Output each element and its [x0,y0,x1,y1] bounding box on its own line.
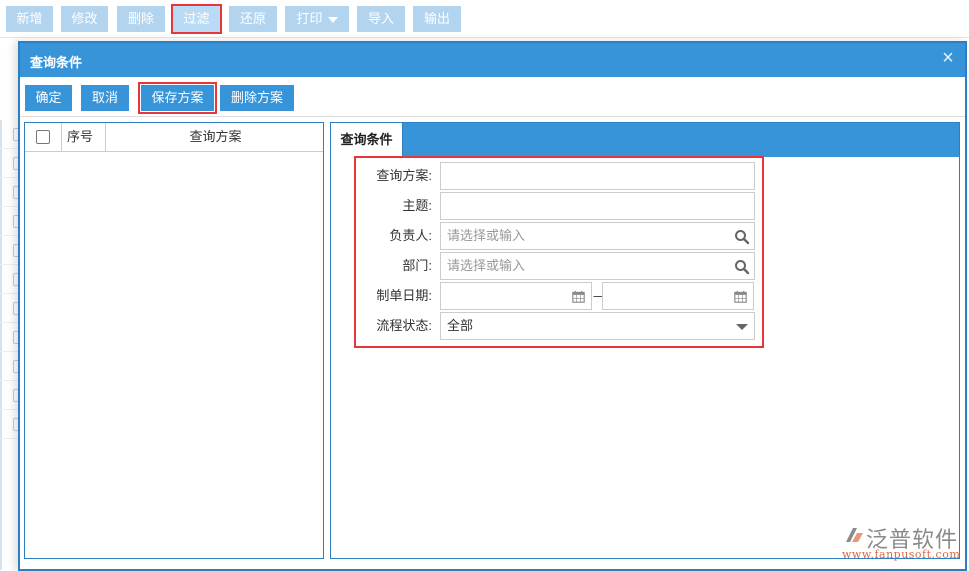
caret-down-icon[interactable] [736,324,748,330]
dialog-title: 查询条件 [30,55,83,70]
query-conditions-dialog: 查询条件 × 确定 取消 保存方案 删除方案 序号 查询方案 查询条件 查询方案… [18,41,967,571]
owner-input[interactable]: 请选择或输入 [440,222,755,250]
subject-label: 主题: [402,198,432,213]
query-form: 查询方案: 主题: 负责人: 请选择或输入 部门: 请选择或输入 制单日期: —… [354,156,764,348]
owner-placeholder: 请选择或输入 [447,228,526,243]
save-scheme-button[interactable]: 保存方案 [138,82,217,114]
form-row-scheme: 查询方案: [356,162,762,190]
form-row-owner: 负责人: 请选择或输入 [356,222,762,250]
background-row [0,120,20,149]
scheme-list-panel: 序号 查询方案 [24,122,324,559]
background-row [0,207,20,236]
calendar-icon[interactable] [734,290,747,303]
tab-bar: 查询条件 [331,123,959,157]
background-row [0,149,20,178]
filter-button[interactable]: 过滤 [171,4,222,34]
date-from-input[interactable] [440,282,592,310]
dialog-action-bar: 确定 取消 保存方案 删除方案 [20,77,965,117]
scheme-table-header: 序号 查询方案 [25,123,323,152]
date-label: 制单日期: [376,288,432,303]
dialog-header[interactable]: 查询条件 × [20,43,965,77]
status-selected-value: 全部 [447,318,474,333]
owner-label: 负责人: [389,228,432,243]
form-row-date: 制单日期: — [356,282,762,310]
department-label: 部门: [402,258,432,273]
select-all-checkbox[interactable] [36,130,50,144]
date-to-input[interactable] [602,282,754,310]
form-row-status: 流程状态: 全部 [356,312,762,340]
tab-query-conditions[interactable]: 查询条件 [331,123,403,157]
export-button[interactable]: 输出 [413,6,461,32]
caret-down-icon [327,16,338,23]
background-row [0,323,20,352]
cancel-button[interactable]: 取消 [81,85,129,111]
background-row [0,265,20,294]
delete-scheme-button[interactable]: 删除方案 [220,85,294,111]
confirm-button[interactable]: 确定 [25,85,72,111]
background-row [0,236,20,265]
restore-button[interactable]: 还原 [229,6,277,32]
search-icon[interactable] [734,259,750,275]
background-row [0,381,20,410]
background-row [0,294,20,323]
department-placeholder: 请选择或输入 [447,258,526,273]
form-row-department: 部门: 请选择或输入 [356,252,762,280]
department-input[interactable]: 请选择或输入 [440,252,755,280]
column-divider [61,123,62,151]
main-toolbar: 新增 修改 删除 过滤 还原 打印 导入 输出 [0,0,969,38]
query-conditions-panel: 查询条件 查询方案: 主题: 负责人: 请选择或输入 部门: 请选择或输入 制单… [330,122,960,559]
brand-url: www.fanpusoft.com [842,548,961,561]
subject-input[interactable] [440,192,755,220]
edit-button[interactable]: 修改 [61,6,108,32]
status-select[interactable]: 全部 [440,312,755,340]
background-row [0,352,20,381]
add-button[interactable]: 新增 [6,6,53,32]
scheme-label: 查询方案: [376,168,432,183]
background-row [0,178,20,207]
scheme-input[interactable] [440,162,755,190]
import-button[interactable]: 导入 [357,6,405,32]
fanpu-logo-icon [846,528,863,542]
print-label: 打印 [296,11,323,26]
column-header-scheme[interactable]: 查询方案 [106,123,325,151]
form-row-subject: 主题: [356,192,762,220]
background-row [0,410,20,439]
delete-button[interactable]: 删除 [117,6,165,32]
print-button[interactable]: 打印 [285,6,349,32]
status-label: 流程状态: [376,318,432,333]
calendar-icon[interactable] [572,290,585,303]
column-header-index[interactable]: 序号 [67,123,107,151]
search-icon[interactable] [734,229,750,245]
close-icon[interactable]: × [939,48,957,68]
fanpu-watermark: 泛普软件 www.fanpusoft.com [838,520,963,564]
background-grid [0,120,20,450]
